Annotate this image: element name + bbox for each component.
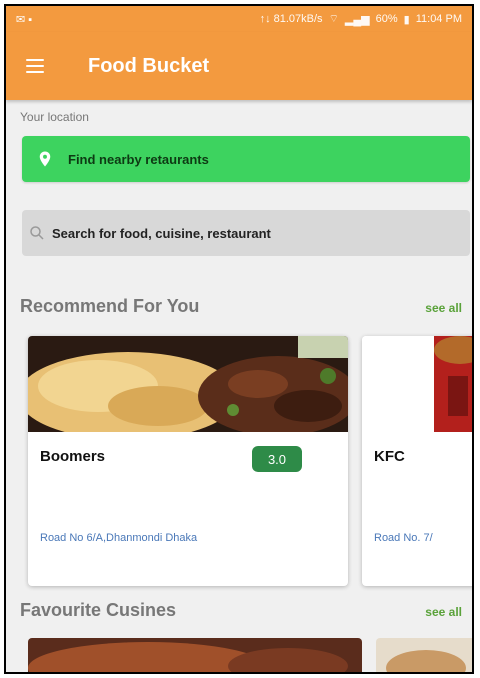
restaurant-card-kfc[interactable]: KFC Road No. 7/ <box>362 336 472 586</box>
battery-level: 60% <box>375 13 398 25</box>
location-pin-icon <box>39 151 51 167</box>
clock: 11:04 PM <box>415 13 462 25</box>
restaurant-food-image <box>362 336 472 432</box>
signal-icon: ▂▄▆ <box>344 13 370 26</box>
restaurant-name: Boomers <box>40 448 106 465</box>
rating-badge: 3.0 <box>252 446 302 472</box>
restaurant-card-boomers[interactable]: Boomers 3.0 Road No 6/A,Dhanmondi Dhaka <box>28 336 348 586</box>
favourite-see-all-link[interactable]: see all <box>425 605 462 619</box>
status-right: ↑↓ 81.07kB/s ⌔ ▂▄▆ 60% ▮ 11:04 PM <box>260 12 462 26</box>
wifi-icon: ⌔ <box>328 13 339 25</box>
search-input[interactable]: Search for food, cuisine, restaurant <box>22 210 470 256</box>
recommend-see-all-link[interactable]: see all <box>425 301 462 315</box>
restaurant-food-image <box>28 336 348 432</box>
battery-icon: ▮ <box>403 13 410 26</box>
network-speed: ↑↓ 81.07kB/s <box>259 13 323 25</box>
cuisine-card[interactable] <box>28 638 362 672</box>
recommend-header: Recommend For You see all <box>20 296 470 317</box>
app-bar: Food Bucket <box>6 32 472 100</box>
restaurant-address: Road No. 7/ <box>374 532 433 544</box>
recommend-title: Recommend For You <box>20 296 200 316</box>
phone-screen: ✉ ▪ ↑↓ 81.07kB/s ⌔ ▂▄▆ 60% ▮ 11:04 PM Fo… <box>4 4 474 674</box>
cuisine-card[interactable] <box>376 638 472 672</box>
find-nearby-button[interactable]: Find nearby retaurants <box>22 136 470 182</box>
app-title: Food Bucket <box>88 54 210 77</box>
favourite-header: Favourite Cusines see all <box>20 600 470 621</box>
find-nearby-label: Find nearby retaurants <box>68 151 209 167</box>
status-bar: ✉ ▪ ↑↓ 81.07kB/s ⌔ ▂▄▆ 60% ▮ 11:04 PM <box>6 6 472 32</box>
favourite-title: Favourite Cusines <box>20 600 177 620</box>
cuisine-image <box>376 638 472 672</box>
search-icon <box>30 226 44 240</box>
restaurant-address: Road No 6/A,Dhanmondi Dhaka <box>40 532 198 544</box>
main-content: Your location Find nearby retaurants Sea… <box>6 100 472 672</box>
location-label: Your location <box>20 110 89 124</box>
restaurant-name: KFC <box>374 448 405 465</box>
hamburger-menu-icon[interactable] <box>26 48 62 84</box>
search-placeholder: Search for food, cuisine, restaurant <box>52 225 271 241</box>
cuisine-image <box>28 638 362 672</box>
status-left-icons: ✉ ▪ <box>16 13 33 26</box>
